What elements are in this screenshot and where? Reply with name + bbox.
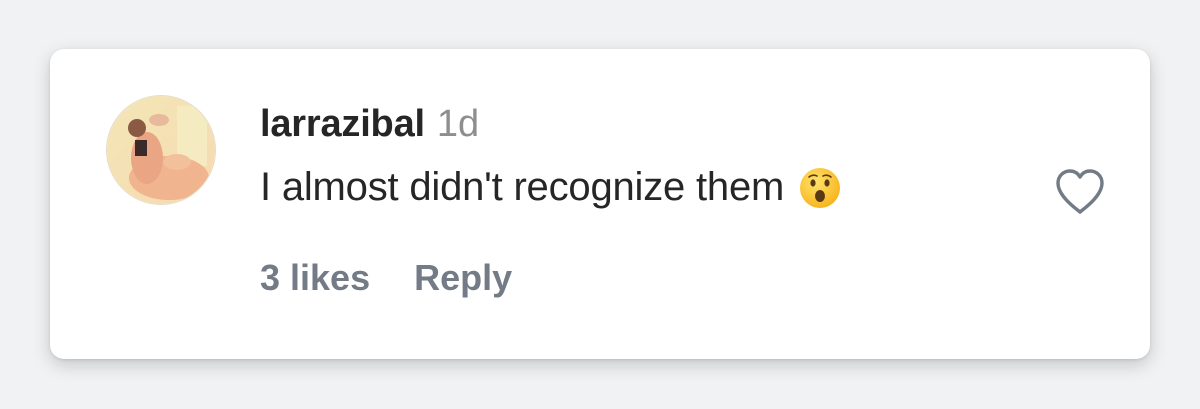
timestamp[interactable]: 1d xyxy=(437,103,479,146)
user-avatar[interactable] xyxy=(106,95,216,205)
hushed-face-emoji xyxy=(798,166,842,210)
comment-body: I almost didn't recognize them xyxy=(260,165,842,210)
avatar-image xyxy=(107,96,215,204)
comment-card: larrazibal 1d I almost didn't recognize … xyxy=(50,49,1150,359)
heart-outline-icon xyxy=(1056,169,1104,214)
comment-actions: 3 likes Reply xyxy=(260,257,512,299)
like-button[interactable] xyxy=(1052,166,1108,218)
likes-count[interactable]: 3 likes xyxy=(260,257,370,299)
comment-header: larrazibal 1d xyxy=(260,103,479,151)
reply-button[interactable]: Reply xyxy=(414,257,512,299)
comment-text: I almost didn't recognize them xyxy=(260,165,785,209)
username[interactable]: larrazibal xyxy=(260,103,425,146)
